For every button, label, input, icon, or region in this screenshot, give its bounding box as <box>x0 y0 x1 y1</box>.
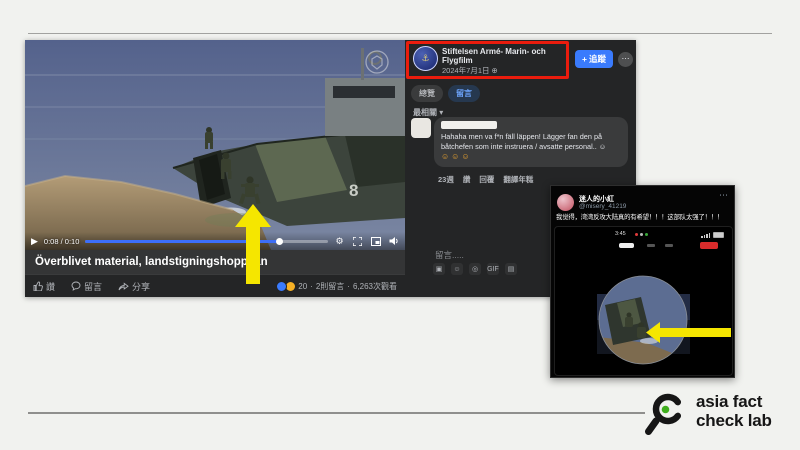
top-divider-line <box>28 33 772 34</box>
comment-reply-link[interactable]: 回覆 <box>479 174 494 185</box>
sort-label: 最相關 <box>413 108 437 117</box>
white-pill-button[interactable] <box>619 243 634 248</box>
post-date-text: 2024年7月1日 <box>442 65 490 76</box>
stats-separator: · <box>347 282 350 291</box>
post-stats: 20 · 2則留言 · 6,263次觀看 <box>276 281 397 292</box>
page-name[interactable]: Stiftelsen Armé- Marin- och Flygfilm <box>442 48 562 66</box>
status-indicator-dots <box>635 233 648 236</box>
post-date: 2024年7月1日 ⊕ <box>442 65 498 76</box>
follow-label: 追蹤 <box>589 53 606 65</box>
comment-text: Hahaha men va f*n fäll läppen! Lägger fa… <box>441 132 621 152</box>
avatar-sticker-icon[interactable]: ▣ <box>433 263 445 275</box>
thumb-up-icon <box>33 281 43 291</box>
volume-icon[interactable] <box>388 236 399 247</box>
logo-line-2: check lab <box>696 411 772 430</box>
fact-check-composite: 8 <box>0 0 800 450</box>
tweet-avatar[interactable] <box>557 194 574 211</box>
composer-icons-row: ▣ ☺ ◎ GIF ▤ <box>433 263 517 275</box>
post-more-button[interactable]: ⋯ <box>618 52 633 67</box>
globe-icon: ⊕ <box>492 66 498 75</box>
tweet-text: 我觉得，湾湾反攻大陆真的有希望！！！这部队太强了！！！ <box>556 214 731 222</box>
anchor-icon: ⚓ <box>421 53 429 64</box>
tweet-video-card[interactable]: 3:45 <box>554 226 733 376</box>
comment-button[interactable]: 留言 <box>71 280 102 293</box>
phone-status-bar: 3:45 <box>555 231 732 239</box>
magnifier-logo-icon <box>644 390 690 438</box>
app-toolbar-row <box>555 242 732 250</box>
comment-translate-link[interactable]: 翻譯年糕 <box>503 174 533 185</box>
fullscreen-icon[interactable] <box>352 236 363 247</box>
like-button[interactable]: 讚 <box>33 280 55 293</box>
bottom-divider-line <box>28 412 645 414</box>
fact-check-logo-text: asia fact check lab <box>696 392 772 430</box>
comment-age: 23週 <box>438 174 454 185</box>
facebook-screenshot: 8 <box>25 40 636 297</box>
tab-overview[interactable]: 總覽 <box>411 85 443 102</box>
reaction-count: 20 <box>298 282 307 291</box>
comment-meta-row: 23週 讚 回覆 翻譯年糕 <box>438 174 533 185</box>
stat-text-blur <box>665 244 673 247</box>
like-reaction-icon <box>276 281 287 292</box>
stats-separator: · <box>310 282 313 291</box>
sticker-icon[interactable]: ▤ <box>505 263 517 275</box>
comment-label: 留言 <box>84 280 102 293</box>
haha-reaction-icon <box>286 282 295 291</box>
signal-icon <box>701 233 710 238</box>
comment-sort-dropdown[interactable]: 最相關 ▾ <box>413 107 443 118</box>
follow-button[interactable]: + 追蹤 <box>575 50 613 68</box>
commenter-name-blurred <box>441 121 497 129</box>
logo-line-1: asia fact <box>696 392 772 411</box>
share-button[interactable]: 分享 <box>118 280 150 293</box>
annotation-arrow-up <box>235 204 271 284</box>
chevron-down-icon: ▾ <box>439 108 443 117</box>
view-count: 6,263次觀看 <box>353 281 397 292</box>
battery-icon <box>713 232 724 238</box>
stat-text-blur <box>647 244 655 247</box>
settings-gear-icon[interactable]: ⚙ <box>334 236 345 247</box>
video-time: 0:08 / 0:10 <box>44 237 79 246</box>
comment-like-link[interactable]: 讚 <box>463 174 471 185</box>
status-system-icons <box>701 232 724 238</box>
tweet-more-button[interactable]: ⋯ <box>719 190 728 201</box>
tab-comments[interactable]: 留言 <box>448 85 480 102</box>
commenter-avatar-blurred <box>411 118 431 138</box>
comment-input[interactable]: 留言..... <box>435 249 464 261</box>
tweet-video-scene <box>555 253 731 373</box>
share-label: 分享 <box>132 280 150 293</box>
tweet-handle[interactable]: @misery_41219 <box>579 203 626 210</box>
comment-bubble: Hahaha men va f*n fäll läppen! Lägger fa… <box>434 117 628 167</box>
video-controls: ▶ 0:08 / 0:10 ⚙ <box>25 232 405 250</box>
like-label: 讚 <box>46 280 55 293</box>
pip-icon[interactable] <box>370 236 381 247</box>
play-icon[interactable]: ▶ <box>31 237 38 246</box>
follow-plus-icon: + <box>582 54 587 64</box>
progress-bar[interactable] <box>85 240 328 243</box>
comment-count: 2則留言 <box>316 281 344 292</box>
page-avatar[interactable]: ⚓ <box>413 46 438 71</box>
video-title: Överblivet material, landstigningshoppsa… <box>25 250 405 274</box>
share-icon <box>118 281 129 291</box>
progress-handle[interactable] <box>276 238 283 245</box>
post-actions-row: 讚 留言 分享 20 · 2則留言 · 6,263次觀看 <box>25 274 405 297</box>
comment-icon <box>71 281 81 291</box>
x-post-screenshot: 迷人的小紅 @misery_41219 ⋯ 我觉得，湾湾反攻大陆真的有希望！！！… <box>550 185 735 378</box>
camera-icon[interactable]: ◎ <box>469 263 481 275</box>
gif-icon[interactable]: GIF <box>487 263 499 275</box>
laughing-emoji-row: ☺☺☺ <box>441 152 621 162</box>
video-player[interactable]: 8 <box>25 40 405 250</box>
emoji-icon[interactable]: ☺ <box>451 263 463 275</box>
red-badge[interactable] <box>700 242 718 249</box>
status-time: 3:45 <box>615 231 626 237</box>
video-scene: 8 <box>25 40 405 250</box>
hull-number: 8 <box>349 181 358 200</box>
